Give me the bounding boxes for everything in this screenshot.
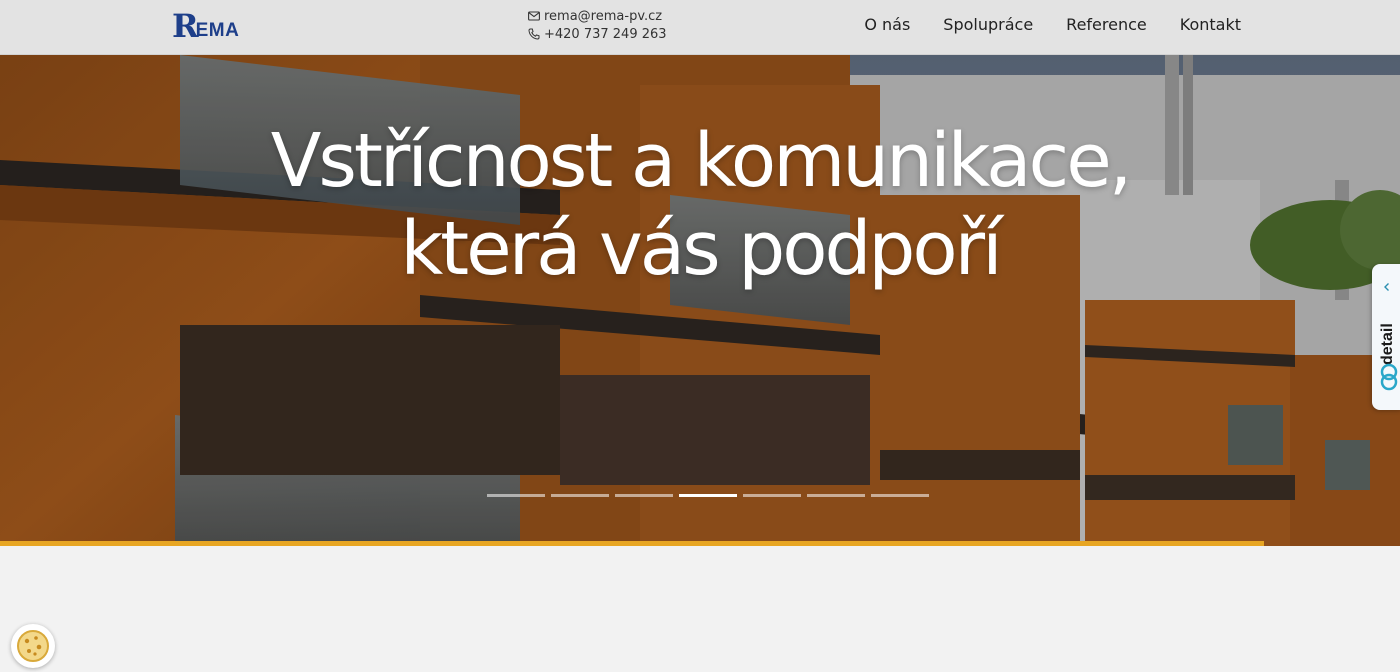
slider-dot[interactable] [551,494,609,497]
logo-text: EMA [195,20,240,41]
cookie-icon [17,630,49,662]
slider-dot[interactable] [807,494,865,497]
email-text: rema@rema-pv.cz [544,8,663,24]
phone-icon [528,28,540,40]
rema-logo[interactable]: R EMA [172,7,240,45]
hero-title-line1: Vstřícnost a komunikace, [270,118,1133,204]
slider-dot[interactable] [487,494,545,497]
slider-dot[interactable] [615,494,673,497]
nav-o-nas[interactable]: O nás [864,15,910,35]
main-nav: O nás Spolupráce Reference Kontakt [831,15,1241,35]
detail-widget-tab[interactable]: detail [1372,264,1400,410]
hero-slider: Vstřícnost a komunikace, která vás podpo… [0,55,1400,546]
hero-title-line2: která vás podpoří [400,206,1002,292]
slider-dot[interactable] [871,494,929,497]
contact-info: rema@rema-pv.cz +420 737 249 263 [528,7,667,43]
site-header: R EMA rema@rema-pv.cz +420 737 249 263 O… [0,0,1400,55]
logo-initial: R [172,7,199,45]
slider-pagination [487,494,935,497]
nav-kontakt[interactable]: Kontakt [1180,15,1241,35]
nav-reference[interactable]: Reference [1066,15,1147,35]
slider-dot-active[interactable] [679,494,737,497]
detail-logo-icon [1380,363,1398,391]
nav-spoluprace[interactable]: Spolupráce [943,15,1033,35]
phone-link[interactable]: +420 737 249 263 [528,25,667,43]
phone-text: +420 737 249 263 [544,26,667,42]
hero-title: Vstřícnost a komunikace, která vás podpo… [0,117,1400,293]
chevron-left-icon [1384,283,1389,291]
slider-dot[interactable] [743,494,801,497]
email-link[interactable]: rema@rema-pv.cz [528,7,667,25]
accent-divider [0,541,1264,546]
envelope-icon [528,11,540,21]
cookie-settings-button[interactable] [11,624,55,668]
